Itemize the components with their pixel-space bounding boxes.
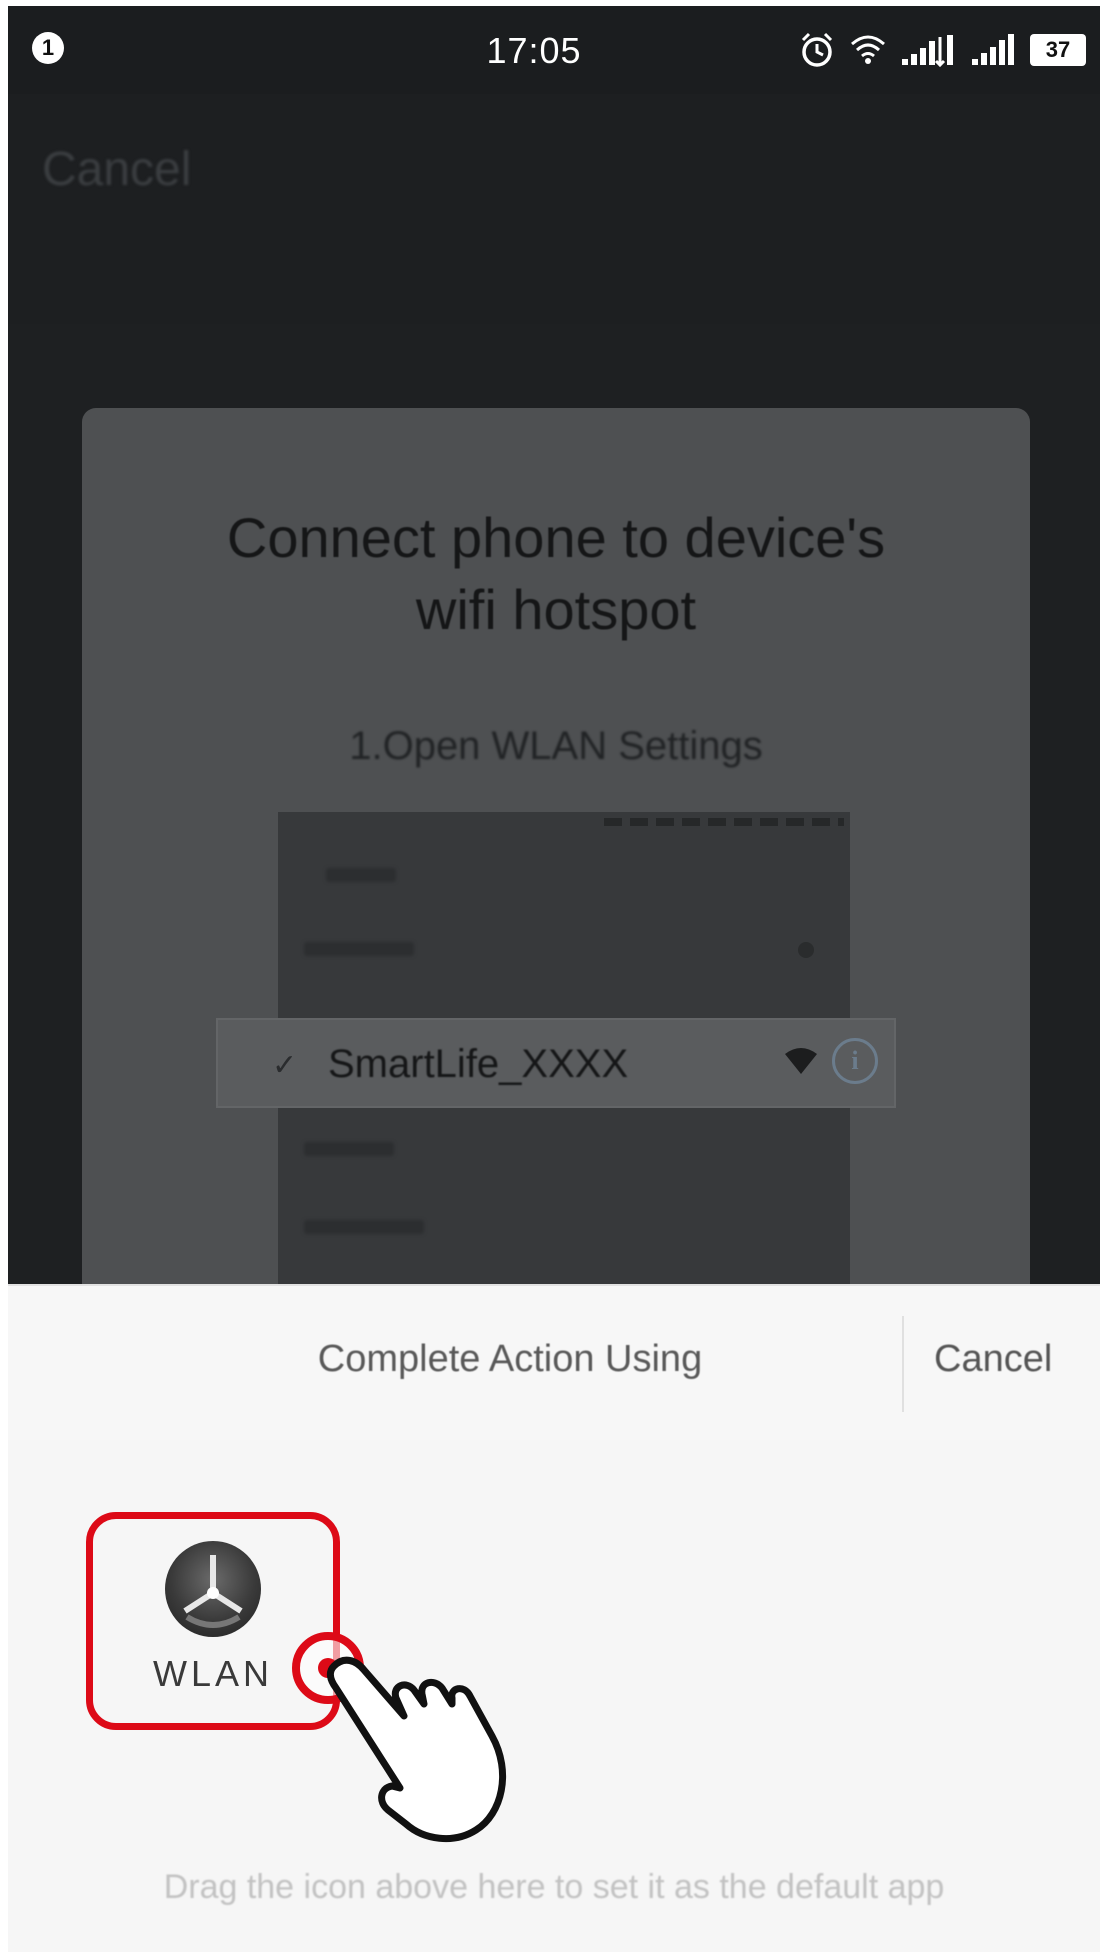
- wifi-icon: [851, 35, 885, 64]
- illustration-toggle: [798, 942, 814, 958]
- illustration-status-line: [604, 818, 844, 826]
- illustration-row: [304, 942, 414, 956]
- wifi-signal-icon: [785, 1048, 817, 1074]
- phone-screen: 1 17:05 37 Cancel Connect phone to devic…: [8, 6, 1100, 1952]
- dialog-title-line1: Connect phone to device's: [226, 506, 886, 569]
- chooser-header: Complete Action Using Cancel: [8, 1284, 1100, 1440]
- info-icon: i: [832, 1038, 878, 1084]
- battery-indicator: 37: [1030, 34, 1086, 66]
- status-icons: 37: [798, 28, 1086, 72]
- illustration-row: [304, 1220, 424, 1234]
- dialog-title: Connect phone to device's wifi hotspot: [82, 502, 1030, 646]
- header-divider: [902, 1316, 904, 1412]
- checkmark-icon: ✓: [272, 1049, 298, 1082]
- signal-icon: [902, 35, 953, 67]
- illustration-row: [326, 868, 396, 882]
- app-option-wlan[interactable]: WLAN: [86, 1512, 340, 1730]
- status-bar: 1 17:05 37: [8, 6, 1100, 94]
- app-header: Cancel: [8, 94, 1100, 324]
- signal-icon: [972, 34, 1014, 65]
- cancel-button[interactable]: Cancel: [934, 1338, 1052, 1381]
- dialog-step: 1.Open WLAN Settings: [349, 724, 763, 768]
- illustration-row: [304, 1142, 394, 1156]
- hotspot-dialog: Connect phone to device's wifi hotspot 1…: [82, 408, 1030, 1412]
- default-app-hint: Drag the icon above here to set it as th…: [163, 1868, 945, 1906]
- header-cancel-button: Cancel: [42, 143, 192, 196]
- wifi-network-name: SmartLife_XXXX: [328, 1042, 629, 1086]
- chooser-sheet: Complete Action Using Cancel WLAN Drag t…: [8, 1284, 1100, 1952]
- dialog-title-line2: wifi hotspot: [415, 578, 697, 641]
- wlan-app-icon[interactable]: [165, 1541, 261, 1637]
- wlan-logo-icon: [183, 1555, 243, 1628]
- alarm-icon: [801, 32, 833, 67]
- wifi-network-row: ✓ SmartLife_XXXX i: [216, 1018, 896, 1108]
- hand-pointer-icon: [326, 1656, 507, 1843]
